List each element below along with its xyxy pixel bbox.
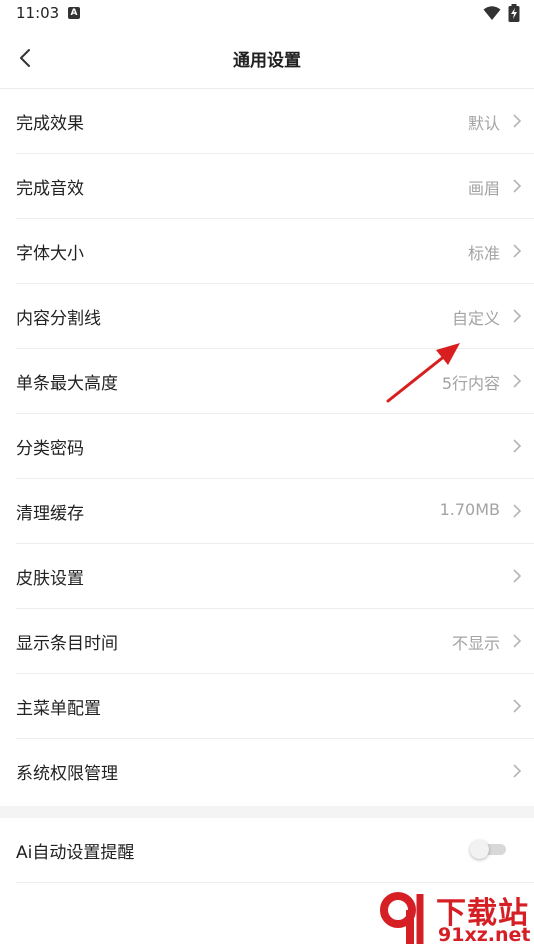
row-label: 系统权限管理 [16, 764, 118, 784]
watermark: 下载站 91xz.net [380, 888, 530, 948]
row-label: 显示条目时间 [16, 634, 118, 654]
toggle-knob [470, 840, 489, 859]
status-bar: 11:03 A [0, 0, 534, 28]
setting-clear-cache[interactable]: 清理缓存 1.70MB [16, 479, 534, 544]
setting-skin[interactable]: 皮肤设置 [16, 544, 534, 609]
chevron-right-icon [513, 699, 522, 713]
row-label: 完成效果 [16, 114, 84, 134]
page-title: 通用设置 [233, 51, 301, 71]
row-value: 自定义 [451, 309, 500, 328]
setting-completion-effect[interactable]: 完成效果 默认 [16, 89, 534, 154]
chevron-right-icon [513, 439, 522, 453]
chevron-right-icon [513, 764, 522, 778]
watermark-url: 91xz.net [438, 924, 531, 946]
row-value: 标准 [467, 244, 500, 263]
annotation-arrow-icon [386, 343, 460, 403]
row-value: 不显示 [451, 634, 500, 653]
nav-bar: 通用设置 [0, 28, 534, 89]
setting-main-menu-config[interactable]: 主菜单配置 [16, 674, 534, 739]
watermark-logo-icon [380, 892, 424, 944]
row-label: 内容分割线 [16, 309, 101, 329]
status-time: 11:03 [16, 4, 60, 22]
battery-charging-icon [508, 4, 520, 22]
row-label: 字体大小 [16, 244, 84, 264]
notification-a-icon: A [68, 7, 80, 19]
setting-system-permissions[interactable]: 系统权限管理 [16, 739, 534, 804]
row-label: 分类密码 [16, 439, 84, 459]
row-value: 默认 [467, 114, 500, 133]
row-value: 1.70MB [439, 500, 500, 519]
chevron-right-icon [513, 634, 522, 648]
row-label: 皮肤设置 [16, 569, 84, 589]
setting-category-password[interactable]: 分类密码 [16, 414, 534, 479]
row-label: 清理缓存 [16, 504, 84, 524]
wifi-icon [483, 6, 501, 20]
chevron-right-icon [513, 504, 522, 518]
row-label: 单条最大高度 [16, 374, 118, 394]
setting-ai-auto-reminder: Ai自动设置提醒 [16, 818, 534, 883]
chevron-right-icon [513, 114, 522, 128]
chevron-right-icon [513, 244, 522, 258]
row-label: Ai自动设置提醒 [16, 843, 135, 863]
setting-show-item-time[interactable]: 显示条目时间 不显示 [16, 609, 534, 674]
row-label: 主菜单配置 [16, 699, 101, 719]
settings-list: 完成效果 默认 完成音效 画眉 字体大小 标准 内容分割线 自定义 单条最大高度… [0, 89, 534, 804]
row-value: 画眉 [467, 179, 500, 198]
row-label: 完成音效 [16, 179, 84, 199]
section-divider [0, 806, 534, 818]
setting-completion-sound[interactable]: 完成音效 画眉 [16, 154, 534, 219]
chevron-right-icon [513, 309, 522, 323]
chevron-right-icon [513, 179, 522, 193]
chevron-right-icon [513, 569, 522, 583]
ai-reminder-toggle[interactable] [470, 840, 506, 859]
setting-font-size[interactable]: 字体大小 标准 [16, 219, 534, 284]
chevron-right-icon [513, 374, 522, 388]
